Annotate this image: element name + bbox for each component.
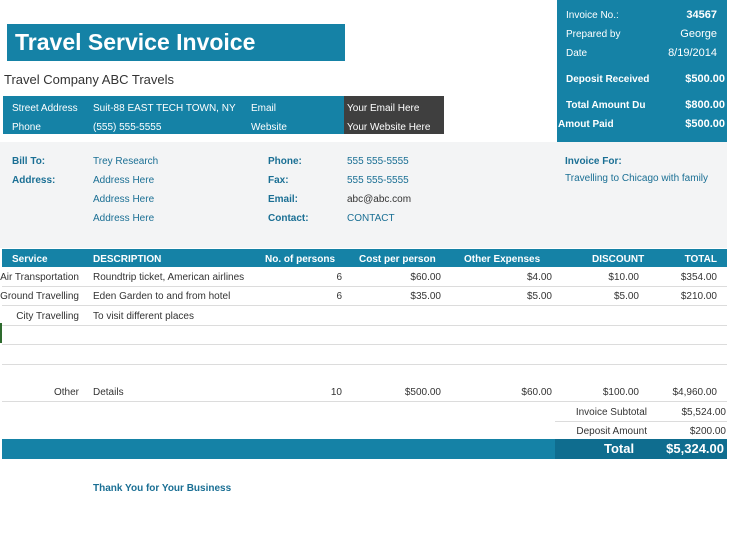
col-service: Service bbox=[12, 254, 48, 265]
invoice-for-label: Invoice For: bbox=[565, 156, 622, 167]
fax-label: Fax: bbox=[268, 175, 289, 186]
cell-discount[interactable]: $5.00 bbox=[614, 291, 639, 302]
deposit-received-value[interactable]: $500.00 bbox=[685, 73, 725, 85]
cell-cost[interactable]: $60.00 bbox=[410, 272, 441, 283]
col-total: TOTAL bbox=[684, 254, 717, 265]
row-marker bbox=[0, 323, 2, 343]
email-label: Email bbox=[251, 103, 277, 114]
row-divider bbox=[2, 364, 727, 365]
cell-description[interactable]: Eden Garden to and from hotel bbox=[93, 291, 230, 302]
total-value[interactable]: $5,324.00 bbox=[666, 441, 724, 456]
cell-service[interactable]: Ground Travelling bbox=[0, 291, 79, 302]
amount-paid-value[interactable]: $500.00 bbox=[685, 118, 725, 130]
cell-description[interactable]: Details bbox=[93, 387, 124, 398]
address-label: Address: bbox=[12, 175, 56, 186]
col-discount: DISCOUNT bbox=[592, 254, 645, 265]
row-divider bbox=[2, 305, 727, 306]
col-description: DESCRIPTION bbox=[93, 254, 162, 265]
contact-value[interactable]: CONTACT bbox=[347, 213, 395, 224]
row-divider bbox=[2, 325, 727, 326]
cell-description[interactable]: To visit different places bbox=[93, 311, 194, 322]
row-divider bbox=[2, 344, 727, 345]
cell-description[interactable]: Roundtrip ticket, American airlines bbox=[93, 272, 244, 283]
cell-service[interactable]: Other bbox=[54, 387, 79, 398]
col-persons: No. of persons bbox=[265, 254, 336, 265]
cell-cost[interactable]: $35.00 bbox=[410, 291, 441, 302]
contact-bar bbox=[3, 96, 346, 134]
cell-other[interactable]: $60.00 bbox=[521, 387, 552, 398]
total-due-value[interactable]: $800.00 bbox=[685, 99, 725, 111]
date-value[interactable]: 8/19/2014 bbox=[668, 47, 717, 59]
invoice-title: Travel Service Invoice bbox=[15, 29, 256, 55]
fax-value[interactable]: 555 555-5555 bbox=[347, 175, 409, 186]
cell-persons[interactable]: 6 bbox=[336, 291, 342, 302]
company-name: Travel Company ABC Travels bbox=[4, 72, 175, 87]
cell-discount[interactable]: $100.00 bbox=[603, 387, 639, 398]
thank-you-note: Thank You for Your Business bbox=[93, 483, 232, 494]
cell-service[interactable]: Air Transportation bbox=[0, 272, 79, 283]
deposit-amount-value[interactable]: $200.00 bbox=[690, 426, 726, 437]
invoice-no-label: Invoice No.: bbox=[566, 10, 619, 21]
cell-persons[interactable]: 10 bbox=[331, 387, 342, 398]
amount-paid-label: Amout Paid bbox=[558, 119, 614, 130]
cell-persons[interactable]: 6 bbox=[336, 272, 342, 283]
total-label: Total bbox=[604, 441, 635, 456]
bill-to-name[interactable]: Trey Research bbox=[93, 156, 158, 167]
date-label: Date bbox=[566, 48, 588, 59]
prepared-by-value[interactable]: George bbox=[680, 28, 717, 40]
row-divider bbox=[2, 286, 727, 287]
address-line-2[interactable]: Address Here bbox=[93, 194, 154, 205]
deposit-received-label: Deposit Received bbox=[566, 74, 650, 85]
cell-total[interactable]: $210.00 bbox=[681, 291, 717, 302]
title-banner: Travel Service Invoice bbox=[7, 24, 345, 61]
website-value[interactable]: Your Website Here bbox=[347, 122, 430, 133]
address-line-3[interactable]: Address Here bbox=[93, 213, 154, 224]
website-label: Website bbox=[251, 122, 287, 133]
street-address-label: Street Address bbox=[12, 103, 78, 114]
invoice-no-value[interactable]: 34567 bbox=[686, 9, 717, 21]
bill-phone-value[interactable]: 555 555-5555 bbox=[347, 156, 409, 167]
subtotal-divider bbox=[555, 421, 727, 422]
phone-label: Phone bbox=[12, 122, 41, 133]
email-value[interactable]: Your Email Here bbox=[347, 103, 419, 114]
contact-label: Contact: bbox=[268, 213, 309, 224]
cell-cost[interactable]: $500.00 bbox=[405, 387, 441, 398]
total-due-label: Total Amount Du bbox=[566, 100, 646, 111]
bill-email-value[interactable]: abc@abc.com bbox=[347, 194, 411, 205]
cell-discount[interactable]: $10.00 bbox=[608, 272, 639, 283]
bill-phone-label: Phone: bbox=[268, 156, 302, 167]
col-other: Other Expenses bbox=[464, 254, 541, 265]
invoice-for-value[interactable]: Travelling to Chicago with family bbox=[565, 173, 708, 184]
cell-total[interactable]: $354.00 bbox=[681, 272, 717, 283]
phone-value[interactable]: (555) 555-5555 bbox=[93, 122, 161, 133]
prepared-by-label: Prepared by bbox=[566, 29, 621, 40]
address-line-1[interactable]: Address Here bbox=[93, 175, 154, 186]
subtotal-value[interactable]: $5,524.00 bbox=[682, 407, 727, 418]
bill-email-label: Email: bbox=[268, 194, 299, 205]
cell-service[interactable]: City Travelling bbox=[16, 311, 79, 322]
cell-total[interactable]: $4,960.00 bbox=[673, 387, 718, 398]
row-divider bbox=[2, 401, 727, 402]
deposit-amount-label: Deposit Amount bbox=[576, 426, 647, 437]
subtotal-label: Invoice Subtotal bbox=[575, 407, 647, 418]
cell-other[interactable]: $5.00 bbox=[527, 291, 552, 302]
bill-to-label: Bill To: bbox=[12, 156, 46, 167]
street-address-value[interactable]: Suit-88 EAST TECH TOWN, NY bbox=[93, 103, 236, 114]
col-cost: Cost per person bbox=[359, 254, 436, 265]
cell-other[interactable]: $4.00 bbox=[527, 272, 552, 283]
